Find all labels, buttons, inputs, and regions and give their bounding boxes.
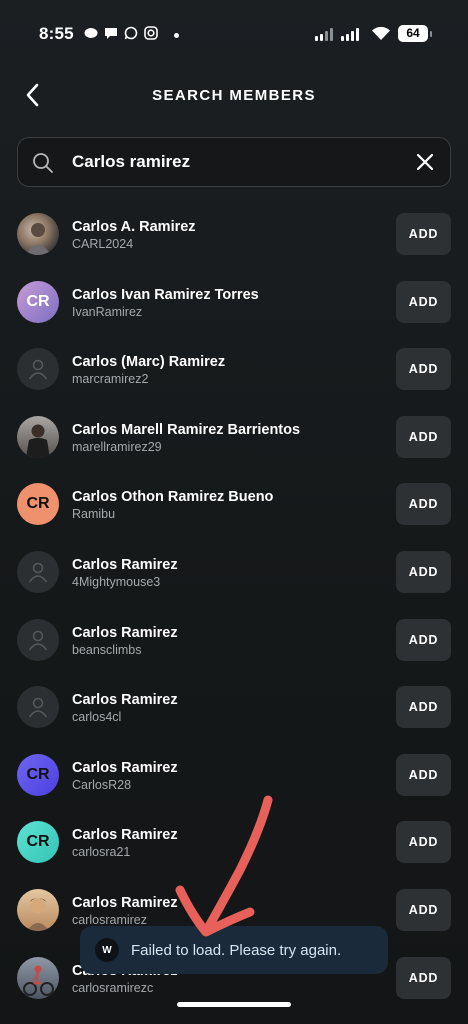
message-bubble-icon — [84, 27, 98, 43]
member-row[interactable]: Carlos Ramirez carlos4cl ADD — [0, 673, 468, 741]
add-member-button[interactable]: ADD — [396, 753, 451, 796]
member-name: Carlos Ramirez — [72, 827, 178, 844]
member-username: beansclimbs — [72, 642, 142, 657]
avatar — [17, 956, 59, 999]
avatar: CR — [17, 821, 59, 864]
person-icon — [28, 359, 48, 380]
notification-icons — [84, 26, 179, 44]
member-name: Carlos Ramirez — [72, 556, 178, 573]
member-username: marellramirez29 — [72, 439, 162, 454]
add-member-button[interactable]: ADD — [396, 550, 451, 593]
avatar — [17, 415, 59, 458]
member-name: Carlos Marell Ramirez Barrientos — [72, 421, 301, 438]
add-member-button[interactable]: ADD — [396, 888, 451, 931]
avatar: CR — [17, 753, 59, 796]
member-username: carlosra21 — [72, 845, 131, 860]
add-member-button[interactable]: ADD — [396, 213, 451, 255]
member-name: Carlos (Marc) Ramirez — [72, 354, 226, 371]
add-member-button[interactable]: ADD — [396, 280, 451, 323]
add-member-button[interactable]: ADD — [396, 348, 451, 391]
search-input[interactable] — [72, 148, 402, 176]
add-member-button[interactable]: ADD — [396, 821, 451, 864]
add-member-button[interactable]: ADD — [396, 956, 451, 999]
member-row[interactable]: CR Carlos Othon Ramirez Bueno Ramibu ADD — [0, 470, 468, 538]
member-username: carlos4cl — [72, 710, 122, 725]
member-username: marcramirez2 — [72, 372, 149, 387]
member-row[interactable]: Carlos (Marc) Ramirez marcramirez2 ADD — [0, 335, 468, 403]
signal-icon-sim2 — [341, 28, 359, 41]
member-name: Carlos Ramirez — [72, 759, 178, 776]
avatar-placeholder — [17, 348, 59, 391]
app-logo-icon: W — [95, 938, 119, 962]
member-name: Carlos Ramirez — [72, 894, 178, 911]
clear-search-button[interactable] — [414, 151, 436, 173]
member-username: carlosramirezc — [72, 980, 154, 995]
status-bar: 8:55 64 — [0, 22, 468, 48]
avatar-placeholder — [17, 550, 59, 593]
more-notifications-dot — [174, 32, 179, 38]
avatar: CR — [17, 280, 59, 323]
member-name: Carlos A. Ramirez — [72, 219, 196, 235]
person-icon — [28, 697, 48, 718]
signal-icon-sim1 — [315, 28, 333, 41]
member-name: Carlos Ramirez — [72, 624, 178, 641]
member-name: Carlos Ivan Ramirez Torres — [72, 286, 259, 303]
avatar-placeholder — [17, 618, 59, 661]
member-row[interactable]: Carlos Ramirez 4Mightymouse3 ADD — [0, 538, 468, 606]
member-username: carlosramirez — [72, 912, 148, 927]
home-indicator[interactable] — [177, 1002, 291, 1007]
person-icon — [28, 630, 48, 651]
member-row[interactable]: Carlos Ramirez beansclimbs ADD — [0, 606, 468, 674]
avatar — [17, 213, 59, 255]
avatar-placeholder — [17, 686, 59, 729]
person-icon — [28, 562, 48, 583]
member-username: Ramibu — [72, 507, 116, 522]
avatar — [17, 888, 59, 931]
member-name: Carlos Ramirez — [72, 692, 178, 709]
battery-indicator: 64 — [398, 25, 432, 42]
whatsapp-icon — [124, 26, 138, 44]
search-bar — [17, 137, 451, 187]
member-username: 4Mightymouse3 — [72, 574, 161, 589]
member-username: CARL2024 — [72, 237, 134, 251]
member-row[interactable]: Carlos Marell Ramirez Barrientos marellr… — [0, 403, 468, 471]
member-row[interactable]: Carlos A. Ramirez CARL2024 ADD — [0, 200, 468, 268]
member-username: IvanRamirez — [72, 304, 143, 319]
add-member-button[interactable]: ADD — [396, 618, 451, 661]
member-username: CarlosR28 — [72, 777, 132, 792]
search-icon — [32, 152, 54, 179]
member-name: Carlos Othon Ramirez Bueno — [72, 489, 274, 506]
close-icon — [416, 153, 434, 171]
member-row[interactable]: CR Carlos Ivan Ramirez Torres IvanRamire… — [0, 268, 468, 336]
instagram-icon — [144, 26, 158, 44]
annotation-arrow — [175, 795, 273, 937]
page-title: SEARCH MEMBERS — [152, 87, 316, 104]
chat-icon — [104, 27, 118, 44]
add-member-button[interactable]: ADD — [396, 415, 451, 458]
status-time: 8:55 — [39, 24, 74, 43]
add-member-button[interactable]: ADD — [396, 686, 451, 729]
wifi-icon — [371, 26, 391, 46]
screen: 8:55 64 SEARCH MEMBERS Carlos ramirez Ca… — [0, 0, 468, 1024]
avatar: CR — [17, 483, 59, 526]
add-member-button[interactable]: ADD — [396, 483, 451, 526]
